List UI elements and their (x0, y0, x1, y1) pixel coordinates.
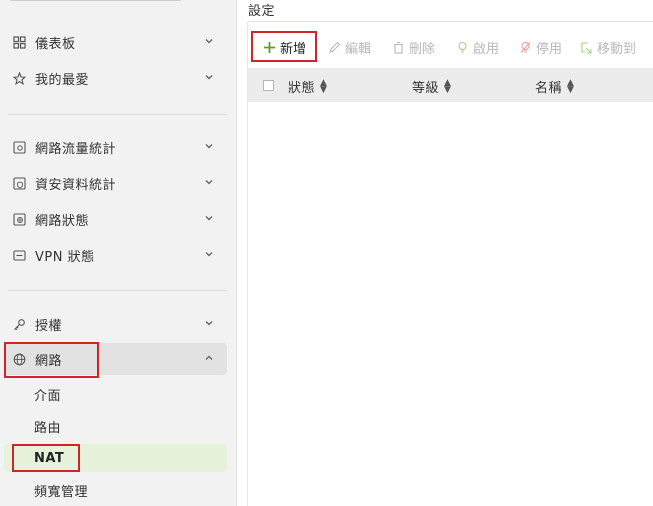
chevron-up-icon (203, 352, 217, 366)
sort-icon: ▲ ▼ (320, 77, 328, 95)
chevron-down-icon (203, 212, 217, 226)
sidebar-item-label: 網路狀態 (35, 213, 90, 229)
sidebar-item-traffic-stats[interactable]: 網路流量統計 (4, 131, 227, 163)
title-divider (248, 21, 653, 22)
sidebar-item-label: 網路流量統計 (35, 141, 117, 157)
sidebar-subitem-label: 路由 (34, 420, 62, 436)
move-to-label: 移動到 (597, 41, 637, 57)
key-icon (12, 317, 26, 331)
delete-label: 刪除 (409, 41, 436, 57)
lightbulb-icon (455, 40, 469, 54)
sidebar-item-security-stats[interactable]: 資安資料統計 (4, 167, 227, 199)
lightbulb-off-icon (518, 40, 532, 54)
enable-label: 啟用 (473, 41, 500, 57)
sidebar-subitem-routing[interactable]: 路由 (4, 412, 227, 440)
chevron-down-icon (203, 317, 217, 331)
sidebar: 儀表板 我的最愛 網路流量統計 資安資料統計 網路狀態 VPN 狀態 授權 網路… (0, 0, 237, 506)
edit-button[interactable]: 編輯 (327, 32, 371, 62)
disable-button[interactable]: 停用 (518, 32, 562, 62)
toolbar: 新增 編輯 刪除 啟用 停用 移動到 (248, 32, 653, 62)
sidebar-item-network[interactable]: 網路 (4, 343, 227, 375)
vpn-status-icon (12, 248, 26, 262)
sort-icon: ▲ ▼ (567, 77, 575, 95)
move-icon (579, 40, 593, 54)
sidebar-item-dashboard[interactable]: 儀表板 (4, 26, 227, 58)
table-header: 狀態 ▲ ▼ 等級 ▲ ▼ 名稱 ▲ ▼ (248, 68, 653, 102)
enable-button[interactable]: 啟用 (455, 32, 499, 62)
globe-icon (12, 352, 26, 366)
sidebar-item-vpn-status[interactable]: VPN 狀態 (4, 239, 227, 271)
column-label: 狀態 (288, 81, 316, 96)
chevron-down-icon (203, 71, 217, 85)
sidebar-subitem-label: NAT (34, 450, 65, 466)
sidebar-item-label: 我的最愛 (35, 72, 90, 88)
sidebar-subitem-label: 頻寬管理 (34, 484, 89, 500)
sidebar-item-favorites[interactable]: 我的最愛 (4, 62, 227, 94)
disable-label: 停用 (536, 41, 563, 57)
traffic-stats-icon (12, 140, 26, 154)
delete-button[interactable]: 刪除 (391, 32, 435, 62)
star-icon (12, 71, 26, 85)
security-stats-icon (12, 176, 26, 190)
sidebar-item-label: 資安資料統計 (35, 177, 117, 193)
sidebar-subitem-bandwidth[interactable]: 頻寬管理 (4, 476, 227, 504)
plus-icon (262, 40, 276, 54)
add-button[interactable]: 新增 (252, 32, 318, 62)
sidebar-subitem-interface[interactable]: 介面 (4, 380, 227, 408)
page-title: 設定 (248, 4, 276, 19)
dashboard-icon (12, 35, 26, 49)
column-header-name[interactable]: 名稱 ▲ ▼ (535, 77, 574, 96)
chevron-down-icon (203, 140, 217, 154)
sidebar-subitem-nat[interactable]: NAT (4, 444, 227, 472)
sidebar-subitem-label: 介面 (34, 388, 62, 404)
trash-icon (391, 40, 405, 54)
sidebar-item-network-status[interactable]: 網路狀態 (4, 203, 227, 235)
column-label: 等級 (412, 81, 440, 96)
search-box-stub[interactable] (8, 0, 183, 1)
chevron-down-icon (203, 176, 217, 190)
sidebar-item-label: 儀表板 (35, 36, 76, 52)
sidebar-divider (8, 114, 227, 115)
sidebar-item-label: 授權 (35, 318, 63, 334)
sort-icon: ▲ ▼ (444, 77, 452, 95)
sidebar-item-label: VPN 狀態 (35, 249, 95, 265)
column-label: 名稱 (535, 81, 563, 96)
sidebar-item-label: 網路 (35, 353, 63, 369)
select-all-checkbox[interactable] (263, 80, 274, 91)
edit-label: 編輯 (345, 41, 372, 57)
network-status-icon (12, 212, 26, 226)
chevron-down-icon (203, 248, 217, 262)
add-label: 新增 (280, 41, 307, 57)
pencil-icon (327, 40, 341, 54)
column-header-status[interactable]: 狀態 ▲ ▼ (288, 77, 327, 96)
move-to-button[interactable]: 移動到 (579, 32, 636, 62)
sidebar-divider (8, 290, 227, 291)
chevron-down-icon (203, 35, 217, 49)
column-header-level[interactable]: 等級 ▲ ▼ (412, 77, 451, 96)
sidebar-item-license[interactable]: 授權 (4, 308, 227, 340)
table-body (248, 102, 653, 506)
